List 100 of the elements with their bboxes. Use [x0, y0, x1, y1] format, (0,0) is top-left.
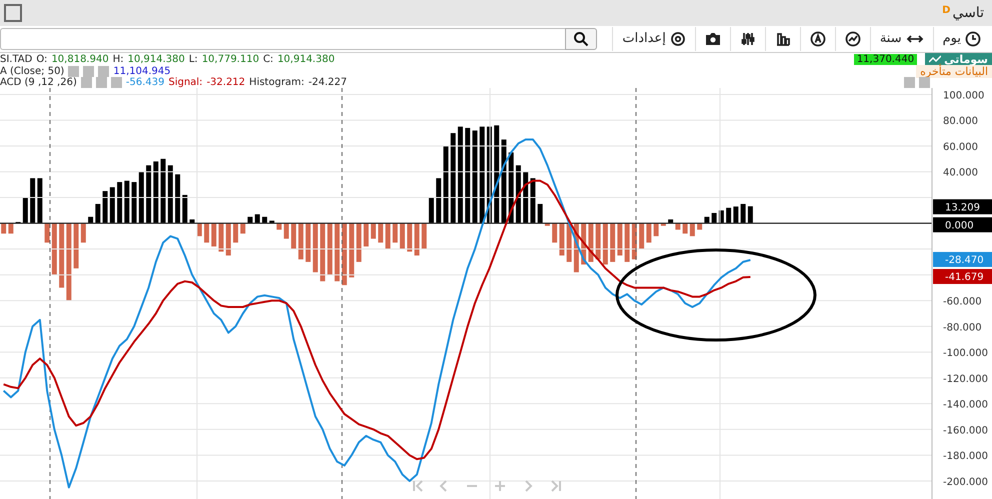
histogram-bar [632, 223, 637, 260]
value-tag: 13.209 [933, 199, 992, 214]
delay-label: البيانات متأخره [916, 64, 992, 78]
histogram-bar [690, 223, 695, 236]
axis-label: 100.000 [943, 90, 984, 102]
histogram-bar [422, 223, 427, 250]
histogram-value: -24.227 [308, 77, 348, 88]
ma-label: A (Close; 50) [0, 66, 64, 76]
histogram-bar [414, 223, 420, 256]
histogram-bar [276, 223, 282, 230]
first-icon[interactable] [413, 480, 423, 492]
clock-icon [965, 30, 981, 47]
histogram-bar [240, 223, 246, 234]
histogram-bar [660, 223, 666, 226]
axis-label: -100.000 [943, 348, 988, 360]
trend-icon [929, 55, 942, 63]
symbol-label: SI.TAD [0, 54, 32, 64]
histogram-bar [574, 223, 579, 272]
histogram-bar [204, 223, 210, 243]
histogram-bar [407, 223, 412, 252]
axis-label: -140.000 [943, 400, 988, 411]
histogram-bar [356, 223, 362, 262]
axis-label: 40.000 [943, 168, 978, 179]
histogram-bar [675, 223, 680, 230]
histogram-bar [566, 223, 572, 262]
axis-label: -120.000 [943, 374, 988, 385]
axis-label: -60.000 [943, 296, 982, 308]
histogram-bar [617, 223, 622, 256]
camera-icon [704, 30, 721, 47]
histogram-bar [349, 223, 354, 278]
ma-value: 11,104.945 [113, 66, 171, 76]
axis-label: -180.000 [943, 451, 988, 462]
histogram-bar [697, 223, 702, 230]
histogram-bar [298, 223, 304, 260]
title-suffix: D [942, 4, 950, 16]
histogram-bar [639, 223, 644, 250]
histogram-bar [320, 223, 326, 282]
histogram-bar [218, 223, 224, 252]
ohlc-key: O: [36, 54, 48, 64]
histogram-bar [646, 223, 652, 243]
ohlc-value: 10,779.110 [202, 54, 260, 64]
histogram-bar [552, 223, 558, 243]
histogram-bar [59, 223, 64, 288]
axis-label: -200.000 [943, 476, 988, 488]
previous-icon[interactable] [440, 480, 447, 492]
histogram-bar [312, 223, 318, 272]
search-button[interactable] [565, 28, 597, 50]
restore-icon[interactable] [4, 4, 22, 22]
histogram-key: Histogram: [249, 77, 304, 88]
value-tag: -28.470 [933, 252, 992, 267]
signal-value: -32.212 [206, 77, 246, 88]
histogram-bar [291, 223, 296, 250]
value-tag: 0.000 [933, 217, 992, 232]
histogram-bar [385, 223, 390, 250]
histogram-bar [544, 223, 550, 226]
histogram-bar [596, 223, 601, 260]
macd-label: ACD (9 ,12 ,26) [0, 77, 77, 88]
ohlc-value: 10,914.380 [128, 54, 185, 64]
histogram-bar [44, 223, 50, 243]
histogram-bar [196, 223, 202, 236]
histogram-bar [602, 223, 608, 264]
next-icon[interactable] [525, 480, 532, 492]
histogram-bar [370, 223, 376, 239]
zoom-in-icon[interactable] [494, 480, 506, 492]
histogram-bar [334, 223, 340, 282]
axis-label: 60.000 [943, 142, 978, 153]
circle-a-icon [810, 30, 826, 47]
histogram-bar [400, 223, 405, 250]
signal-key: Signal: [168, 77, 203, 88]
ohlc-key: C: [263, 54, 274, 64]
histogram-bar [52, 223, 57, 275]
histogram-bar [80, 223, 86, 243]
price-tag: 11,370.440 [854, 54, 918, 64]
window-title: تاسي [952, 4, 984, 21]
histogram-bar [624, 223, 630, 262]
histogram-bar [226, 223, 231, 256]
histogram-bar [74, 223, 79, 268]
histogram-bar [1, 223, 6, 234]
histogram-bar [654, 223, 659, 236]
sliders-icon [740, 30, 756, 47]
info-label[interactable]: سوماتي [925, 52, 992, 66]
ohlc-key: L: [188, 54, 198, 64]
histogram-bar [211, 223, 216, 246]
ohlc-key: H: [112, 54, 124, 64]
histogram-bar [233, 223, 238, 243]
macd-value: -56.439 [126, 77, 164, 88]
histogram-bar [682, 223, 688, 234]
value-tag: -41.679 [933, 268, 992, 284]
search-icon [573, 30, 589, 47]
histogram-bar [364, 223, 369, 246]
last-icon[interactable] [551, 480, 561, 492]
histogram-bar [342, 223, 347, 286]
histogram-bar [581, 223, 586, 264]
histogram-bar [284, 223, 289, 239]
search-field[interactable] [0, 28, 565, 50]
axis-label: 80.000 [943, 116, 978, 128]
axis-label: -160.000 [943, 425, 988, 436]
ohlc-value: 10,914.380 [277, 54, 335, 64]
histogram-bar [610, 223, 616, 262]
histogram-bar [588, 223, 594, 262]
